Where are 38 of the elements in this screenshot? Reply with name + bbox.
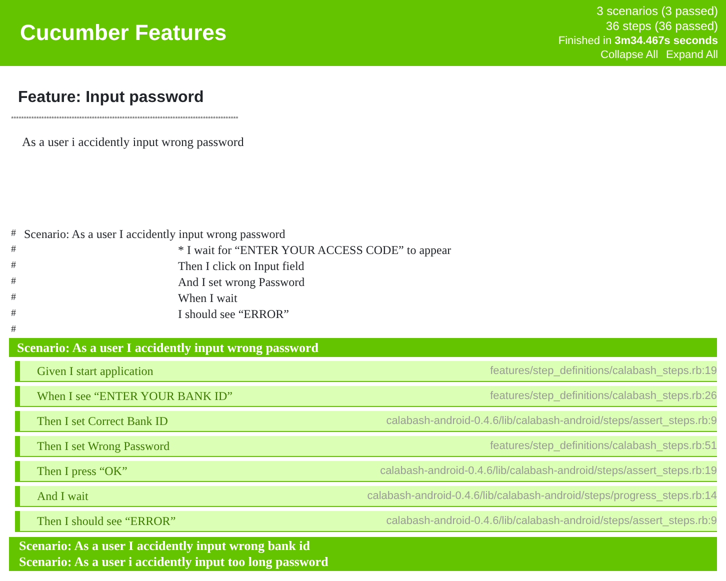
toggle-link[interactable]: Expand All xyxy=(666,48,718,62)
summary-text: 3 scenarios (3 passed) xyxy=(596,4,718,19)
feature-title: Feature: Input password xyxy=(18,88,205,108)
step-text: When I see “ENTER YOUR BANK ID” xyxy=(37,388,233,405)
step-text: Then I set Wrong Password xyxy=(37,438,170,455)
step-text: Given I start application xyxy=(37,363,154,380)
duration-text: Finished in 3m34.467s seconds xyxy=(558,34,718,48)
comment-text: * I wait for “ENTER YOUR ACCESS CODE” to appear xyxy=(177,242,452,258)
step-location: features/step_definitions/calabash_steps.rb:51 xyxy=(490,438,717,454)
comment-mark: # xyxy=(10,291,17,305)
scenario-title[interactable]: Scenario: As a user i accidently input too long password xyxy=(9,554,717,570)
scenario-title[interactable]: Scenario: As a user I accidently input wrong bank id xyxy=(9,538,717,554)
step-location: features/step_definitions/calabash_steps.rb:19 xyxy=(490,364,717,379)
summary-text: 36 steps (36 passed) xyxy=(606,19,718,34)
scenario-title[interactable]: Scenario: As a user I accidently input wrong password xyxy=(9,338,717,357)
step-location: calabash-android-0.4.6/lib/calabash-android/steps/assert_steps.rb:19 xyxy=(380,464,717,479)
report-title: Cucumber Features xyxy=(20,22,227,44)
step-text: Then I set Correct Bank ID xyxy=(37,413,168,430)
step-location: features/step_definitions/calabash_steps.rb:26 xyxy=(490,388,717,404)
comment-mark: # xyxy=(10,259,17,273)
comment-mark: # xyxy=(10,323,17,337)
comment-text: When I wait xyxy=(177,290,238,306)
feature-description: As a user i accidently input wrong password xyxy=(22,134,245,150)
step-text: And I wait xyxy=(37,488,88,505)
comment-text: And I set wrong Password xyxy=(177,274,305,290)
comment-text: I should see “ERROR” xyxy=(177,306,289,322)
step-location: calabash-android-0.4.6/lib/calabash-android/steps/assert_steps.rb:9 xyxy=(386,414,717,429)
step-text: Then I should see “ERROR” xyxy=(37,513,176,530)
step-location: calabash-android-0.4.6/lib/calabash-android/steps/assert_steps.rb:9 xyxy=(386,514,717,529)
step-text: Then I press “OK” xyxy=(37,463,128,480)
comment-mark: # xyxy=(10,243,17,257)
comment-mark: # xyxy=(10,307,17,321)
comment-mark: # xyxy=(10,227,17,241)
toggle-link[interactable]: Collapse All xyxy=(600,48,658,62)
comment-text: Scenario: As a user I accidently input wrong password xyxy=(24,226,286,242)
step-location: calabash-android-0.4.6/lib/calabash-android/steps/progress_steps.rb:14 xyxy=(367,488,717,504)
comment-text: Then I click on Input field xyxy=(177,258,304,274)
comment-mark: # xyxy=(10,275,17,289)
